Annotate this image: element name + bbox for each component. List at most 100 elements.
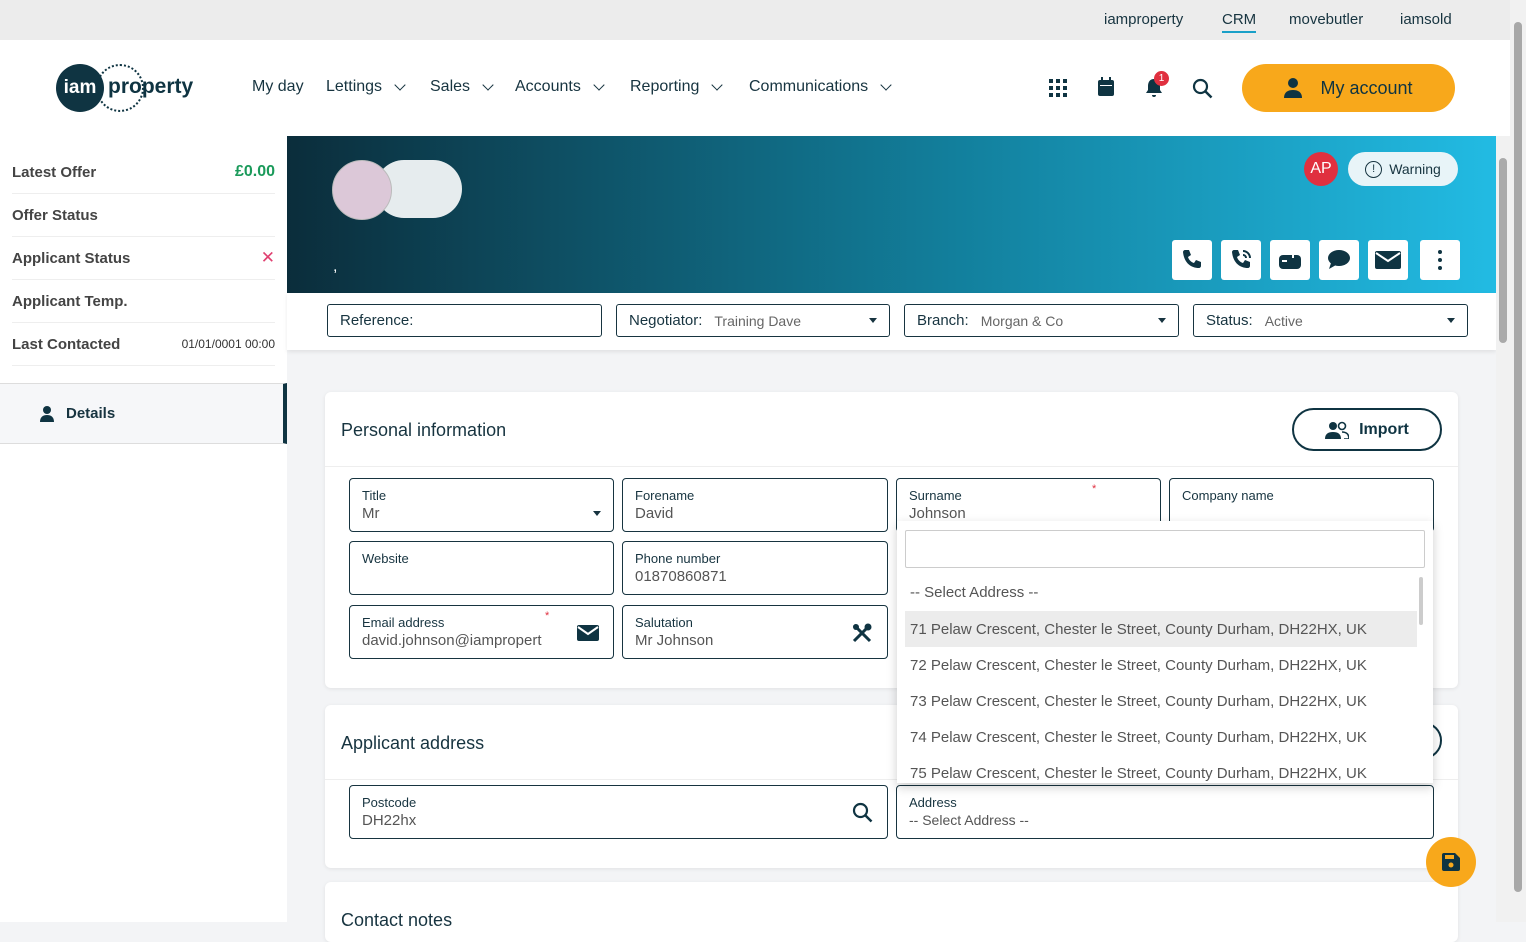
- chevron-down-icon: [711, 79, 724, 91]
- import-button[interactable]: Import: [1292, 408, 1442, 451]
- divider: [325, 466, 1458, 467]
- nav-label: Reporting: [630, 78, 700, 95]
- envelope-icon[interactable]: [577, 625, 599, 641]
- field-value: David: [635, 505, 674, 522]
- reference-label: Reference:: [340, 312, 414, 329]
- tools-icon[interactable]: [851, 622, 873, 644]
- scroll-thumb[interactable]: [1514, 22, 1522, 892]
- initials-avatar: AP: [1304, 152, 1338, 186]
- top-link-iamsold[interactable]: iamsold: [1400, 11, 1452, 28]
- address-option[interactable]: 74 Pelaw Crescent, Chester le Street, Co…: [897, 719, 1417, 755]
- status-value: Active: [1264, 312, 1303, 329]
- applicant-name: ,: [333, 258, 338, 275]
- users-icon: [1325, 421, 1350, 439]
- dropdown-scrollbar[interactable]: [1419, 577, 1423, 625]
- mailbox-icon: [1279, 250, 1301, 269]
- letter-button[interactable]: [1270, 240, 1310, 280]
- sidebar-row-latest-offer: Latest Offer £0.00: [12, 151, 275, 194]
- calendar-icon[interactable]: [1097, 77, 1115, 97]
- top-link-iamproperty[interactable]: iamproperty: [1104, 11, 1183, 28]
- chevron-down-icon: [593, 79, 605, 91]
- row-label: Applicant Status: [12, 249, 131, 267]
- salutation-field[interactable]: Salutation Mr Johnson: [622, 605, 888, 659]
- user-icon: [40, 405, 54, 422]
- forename-field[interactable]: Forename David: [622, 478, 888, 532]
- nav-label: Communications: [749, 78, 869, 95]
- address-option[interactable]: 75 Pelaw Crescent, Chester le Street, Co…: [897, 755, 1417, 783]
- header: iam property My day Lettings Sales Accou…: [0, 40, 1510, 136]
- my-account-button[interactable]: My account: [1242, 64, 1455, 112]
- row-label: Offer Status: [12, 206, 98, 224]
- warning-label: Warning: [1389, 161, 1441, 177]
- sidebar-row-last-contacted: Last Contacted 01/01/0001 00:00: [12, 323, 275, 366]
- field-value: Johnson: [909, 505, 966, 522]
- address-option[interactable]: 73 Pelaw Crescent, Chester le Street, Co…: [897, 683, 1417, 719]
- nav-reporting[interactable]: Reporting: [630, 78, 725, 96]
- field-label: Company name: [1182, 488, 1274, 503]
- reference-field[interactable]: Reference:: [327, 304, 602, 337]
- address-option[interactable]: 72 Pelaw Crescent, Chester le Street, Co…: [897, 647, 1417, 683]
- nav-lettings[interactable]: Lettings: [326, 78, 408, 96]
- field-value: Mr: [362, 505, 380, 522]
- caret-down-icon: [593, 511, 601, 516]
- logo[interactable]: iam property: [56, 64, 196, 114]
- title-select[interactable]: Title Mr: [349, 478, 614, 532]
- sidebar: Latest Offer £0.00 Offer Status Applicant…: [0, 136, 287, 922]
- search-icon[interactable]: [852, 802, 873, 823]
- postcode-field[interactable]: Postcode DH22hx: [349, 785, 888, 839]
- search-icon[interactable]: [1192, 78, 1213, 99]
- phone-number-field[interactable]: Phone number 01870860871: [622, 541, 888, 595]
- top-link-movebutler[interactable]: movebutler: [1289, 11, 1363, 28]
- row-label: Applicant Temp.: [12, 292, 128, 310]
- field-label: Email address: [362, 615, 445, 630]
- phone-icon: [1183, 250, 1201, 268]
- chat-bubble-icon: [1328, 250, 1350, 269]
- email-button[interactable]: [1368, 240, 1408, 280]
- status-label: Status:: [1206, 312, 1253, 329]
- negotiator-value: Training Dave: [714, 312, 802, 329]
- row-label: Latest Offer: [12, 163, 97, 181]
- address-select[interactable]: Address -- Select Address --: [896, 785, 1434, 839]
- kebab-menu-icon: [1438, 250, 1442, 270]
- inner-scrollbar[interactable]: [1496, 136, 1510, 922]
- sms-button[interactable]: [1319, 240, 1359, 280]
- warning-button[interactable]: ! Warning: [1348, 152, 1458, 186]
- field-label: Forename: [635, 488, 695, 503]
- field-value: david.johnson@iampropert: [362, 632, 542, 649]
- nav-sales[interactable]: Sales: [430, 78, 496, 96]
- sidebar-row-applicant-temp: Applicant Temp.: [12, 280, 275, 323]
- nav-label: Accounts: [515, 78, 581, 95]
- info-icon: !: [1365, 160, 1383, 178]
- nav-communications[interactable]: Communications: [749, 78, 894, 96]
- page-scrollbar[interactable]: [1510, 0, 1526, 922]
- negotiator-select[interactable]: Negotiator: Training Dave: [616, 304, 890, 337]
- address-search-input[interactable]: [905, 530, 1425, 568]
- save-button[interactable]: [1426, 837, 1476, 887]
- address-option[interactable]: -- Select Address --: [897, 574, 1417, 610]
- nav-my-day[interactable]: My day: [252, 78, 304, 96]
- address-option-highlighted[interactable]: 71 Pelaw Crescent, Chester le Street, Co…: [905, 611, 1417, 647]
- call-button[interactable]: [1172, 240, 1212, 280]
- scroll-thumb[interactable]: [1499, 158, 1507, 343]
- phone-wave-icon: [1232, 250, 1251, 268]
- apps-grid-icon[interactable]: [1048, 78, 1068, 98]
- email-field[interactable]: Email address david.johnson@iampropert *: [349, 605, 614, 659]
- sidebar-item-details[interactable]: Details: [0, 383, 287, 444]
- branch-value: Morgan & Co: [980, 312, 1064, 329]
- field-label: Website: [362, 551, 409, 566]
- field-label: Postcode: [362, 795, 417, 810]
- field-label: Title: [362, 488, 387, 503]
- applicant-banner: , AP ! Warning: [287, 136, 1496, 293]
- status-select[interactable]: Status: Active: [1193, 304, 1468, 337]
- more-options-button[interactable]: [1420, 240, 1460, 280]
- caret-down-icon: [1158, 318, 1166, 323]
- chevron-down-icon: [880, 79, 892, 91]
- branch-select[interactable]: Branch: Morgan & Co: [904, 304, 1179, 337]
- chevron-down-icon: [482, 79, 494, 91]
- website-field[interactable]: Website: [349, 541, 614, 595]
- call-log-button[interactable]: [1221, 240, 1261, 280]
- latest-offer-value: £0.00: [234, 163, 275, 180]
- top-link-crm[interactable]: CRM: [1222, 11, 1257, 33]
- card-title: Personal information: [341, 420, 507, 440]
- nav-accounts[interactable]: Accounts: [515, 78, 607, 96]
